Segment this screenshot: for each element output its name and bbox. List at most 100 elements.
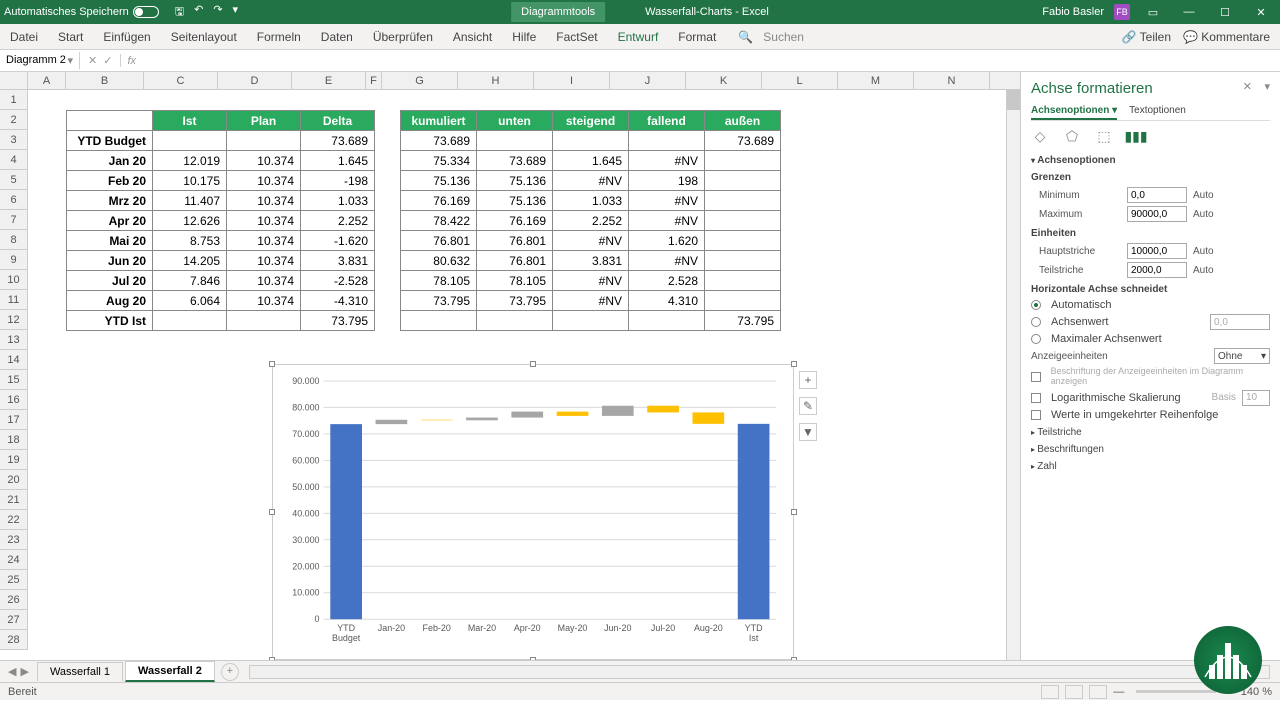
column-header[interactable]: D <box>218 72 292 89</box>
auto-major[interactable]: Auto <box>1193 246 1214 257</box>
row-header[interactable]: 22 <box>0 510 28 530</box>
major-unit-input[interactable] <box>1127 243 1187 259</box>
tab-einfuegen[interactable]: Einfügen <box>93 30 160 44</box>
axis-options-icon[interactable]: ▮▮▮ <box>1127 127 1145 145</box>
fill-line-icon[interactable]: ◇ <box>1031 127 1049 145</box>
radio-max-axis[interactable]: Maximaler Achsenwert <box>1031 333 1270 345</box>
row-header[interactable]: 16 <box>0 390 28 410</box>
row-header[interactable]: 3 <box>0 130 28 150</box>
maximum-input[interactable] <box>1127 206 1187 222</box>
ribbon-options-icon[interactable]: ▭ <box>1140 0 1166 24</box>
sheet-prev-icon[interactable]: ◀ <box>8 665 16 678</box>
row-header[interactable]: 18 <box>0 430 28 450</box>
column-header[interactable]: L <box>762 72 838 89</box>
auto-minor[interactable]: Auto <box>1193 265 1214 276</box>
row-header[interactable]: 4 <box>0 150 28 170</box>
row-header[interactable]: 28 <box>0 630 28 650</box>
qat-more-icon[interactable]: ▾ <box>233 3 239 22</box>
maximize-button[interactable]: ☐ <box>1212 0 1238 24</box>
user-name[interactable]: Fabio Basler <box>1042 6 1104 18</box>
worksheet[interactable]: ABCDEFGHIJKLMN 1234567891011121314151617… <box>0 72 1020 660</box>
normal-view-button[interactable] <box>1041 685 1059 699</box>
section-number[interactable]: Zahl <box>1031 461 1270 472</box>
tab-seitenlayout[interactable]: Seitenlayout <box>161 30 247 44</box>
data-table-2[interactable]: kumuliertuntensteigendfallendaußen73.689… <box>400 110 781 331</box>
row-header[interactable]: 8 <box>0 230 28 250</box>
add-sheet-button[interactable]: + <box>221 663 239 681</box>
tab-ueberpruefen[interactable]: Überprüfen <box>363 30 443 44</box>
panel-tab-axis-options[interactable]: Achsenoptionen ▾ <box>1031 103 1117 120</box>
zoom-out-button[interactable]: — <box>1113 686 1124 698</box>
section-labels[interactable]: Beschriftungen <box>1031 444 1270 455</box>
radio-axis-value[interactable]: Achsenwert <box>1031 314 1270 330</box>
page-layout-view-button[interactable] <box>1065 685 1083 699</box>
row-header[interactable]: 10 <box>0 270 28 290</box>
section-axis-options[interactable]: Achsenoptionen <box>1031 155 1270 166</box>
search-icon[interactable]: 🔍 <box>738 30 753 44</box>
row-header[interactable]: 2 <box>0 110 28 130</box>
size-props-icon[interactable]: ⬚ <box>1095 127 1113 145</box>
row-header[interactable]: 23 <box>0 530 28 550</box>
cancel-formula-icon[interactable]: ✕ <box>88 54 97 67</box>
check-log-scale[interactable]: Logarithmische SkalierungBasis <box>1031 390 1270 406</box>
redo-icon[interactable]: ↷ <box>213 3 222 22</box>
minor-unit-input[interactable] <box>1127 262 1187 278</box>
autosave-toggle[interactable]: Automatisches Speichern <box>4 6 159 18</box>
row-header[interactable]: 15 <box>0 370 28 390</box>
effects-icon[interactable]: ⬠ <box>1063 127 1081 145</box>
vertical-scrollbar[interactable] <box>1006 90 1020 660</box>
chart-object[interactable]: + ✎ ▼ 010.00020.00030.00040.00050.00060.… <box>272 364 794 660</box>
minimize-button[interactable]: — <box>1176 0 1202 24</box>
tab-format[interactable]: Format <box>668 30 726 44</box>
column-header[interactable]: H <box>458 72 534 89</box>
auto-min[interactable]: Auto <box>1193 190 1214 201</box>
row-header[interactable]: 7 <box>0 210 28 230</box>
data-table-1[interactable]: IstPlanDeltaYTD Budget73.689Jan 2012.019… <box>66 110 375 331</box>
display-units-select[interactable]: Ohne▾ <box>1214 348 1270 364</box>
column-header[interactable]: E <box>292 72 366 89</box>
chart-elements-button[interactable]: + <box>799 371 817 389</box>
check-reverse[interactable]: Werte in umgekehrter Reihenfolge <box>1031 409 1270 421</box>
zoom-slider[interactable] <box>1136 690 1216 693</box>
sheet-next-icon[interactable]: ▶ <box>20 665 28 678</box>
column-header[interactable]: J <box>610 72 686 89</box>
sheet-tab-2[interactable]: Wasserfall 2 <box>125 661 215 682</box>
column-header[interactable]: A <box>28 72 66 89</box>
tab-factset[interactable]: FactSet <box>546 30 607 44</box>
search-field[interactable]: Suchen <box>753 30 814 44</box>
user-avatar[interactable]: FB <box>1114 4 1130 20</box>
sheet-tab-1[interactable]: Wasserfall 1 <box>37 662 123 681</box>
row-header[interactable]: 9 <box>0 250 28 270</box>
row-header[interactable]: 20 <box>0 470 28 490</box>
panel-options-icon[interactable]: ▾ <box>1264 80 1270 93</box>
row-header[interactable]: 27 <box>0 610 28 630</box>
column-header[interactable]: N <box>914 72 990 89</box>
comments-button[interactable]: 💬 Kommentare <box>1183 30 1270 44</box>
row-header[interactable]: 17 <box>0 410 28 430</box>
tab-entwurf[interactable]: Entwurf <box>608 30 669 44</box>
column-header[interactable]: B <box>66 72 144 89</box>
column-header[interactable]: G <box>382 72 458 89</box>
tab-start[interactable]: Start <box>48 30 93 44</box>
page-break-view-button[interactable] <box>1089 685 1107 699</box>
row-header[interactable]: 11 <box>0 290 28 310</box>
row-header[interactable]: 21 <box>0 490 28 510</box>
auto-max[interactable]: Auto <box>1193 209 1214 220</box>
select-all-corner[interactable] <box>0 72 28 89</box>
column-header[interactable]: K <box>686 72 762 89</box>
tab-ansicht[interactable]: Ansicht <box>443 30 502 44</box>
horizontal-scrollbar[interactable] <box>249 665 1270 679</box>
panel-close-icon[interactable]: ✕ <box>1243 80 1252 93</box>
enter-formula-icon[interactable]: ✓ <box>103 54 112 67</box>
row-header[interactable]: 19 <box>0 450 28 470</box>
row-header[interactable]: 13 <box>0 330 28 350</box>
tab-daten[interactable]: Daten <box>311 30 363 44</box>
tab-formeln[interactable]: Formeln <box>247 30 311 44</box>
tab-datei[interactable]: Datei <box>0 30 48 44</box>
undo-icon[interactable]: ↶ <box>194 3 203 22</box>
column-header[interactable]: F <box>366 72 382 89</box>
row-header[interactable]: 25 <box>0 570 28 590</box>
minimum-input[interactable] <box>1127 187 1187 203</box>
row-header[interactable]: 24 <box>0 550 28 570</box>
row-header[interactable]: 5 <box>0 170 28 190</box>
